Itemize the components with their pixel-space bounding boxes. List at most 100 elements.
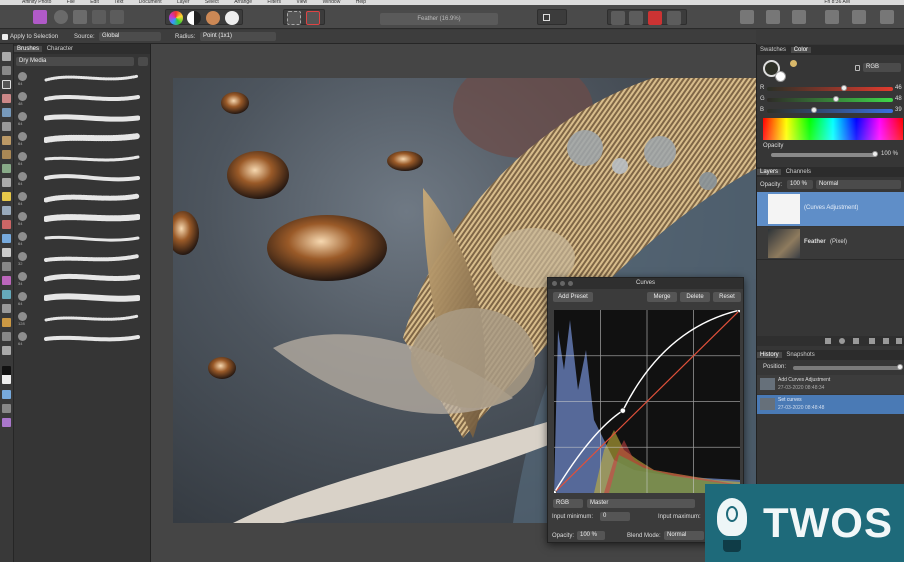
new-group-icon[interactable] [869, 338, 875, 344]
color-picker-tool-icon[interactable] [2, 304, 11, 313]
tab-character[interactable]: Character [44, 46, 76, 52]
text-tool-icon[interactable] [2, 248, 11, 257]
marquee-icon[interactable] [287, 11, 301, 25]
history-position-slider[interactable] [793, 364, 903, 370]
develop-persona-icon[interactable] [73, 10, 87, 24]
tab-swatches[interactable]: Swatches [757, 47, 789, 53]
color-opacity-slider[interactable] [771, 151, 878, 157]
color-picker-icon[interactable] [790, 60, 797, 67]
color-spectrum[interactable] [763, 118, 903, 140]
brush-item[interactable]: 64 [14, 288, 151, 308]
layer-opacity-dropdown[interactable]: 100 % [787, 180, 813, 189]
add-preset-button[interactable]: Add Preset [553, 292, 593, 302]
merge-button[interactable]: Merge [647, 292, 677, 302]
layer-row-feather[interactable]: Feather (Pixel) [757, 227, 904, 260]
brush-item[interactable]: 64 [14, 148, 151, 168]
layer-mask-icon[interactable] [825, 338, 831, 344]
brush-item[interactable]: 128 [14, 308, 151, 328]
share-icon[interactable] [110, 10, 124, 24]
brush-panel-menu-icon[interactable] [138, 57, 148, 66]
curves-opacity-dropdown[interactable]: 100 % [577, 531, 605, 540]
view-tool-icon[interactable] [2, 66, 11, 75]
curves-mode-dropdown[interactable]: Master [587, 499, 695, 508]
history-position-knob[interactable] [897, 364, 903, 370]
color-opacity-knob[interactable] [872, 151, 878, 157]
assistant-icon[interactable] [766, 10, 780, 24]
extra-tool-2-icon[interactable] [2, 404, 11, 413]
color-opacity-value[interactable]: 100 % [881, 151, 898, 157]
color-wheel-icon[interactable] [169, 11, 183, 25]
channel-b-slider[interactable] [767, 107, 893, 113]
minimize-icon[interactable] [560, 281, 565, 286]
fill-tool-icon[interactable] [2, 206, 11, 215]
brush-item[interactable]: 64 [14, 168, 151, 188]
brush-item[interactable]: 64 [14, 128, 151, 148]
clone-tool-icon[interactable] [2, 164, 11, 173]
history-entry-add-curves[interactable]: Add Curves Adjustment 27-03-2020 08:48:3… [757, 375, 904, 394]
red-eye-tool-icon[interactable] [2, 276, 11, 285]
hsl-icon[interactable] [206, 11, 220, 25]
channel-g-slider[interactable] [767, 96, 893, 102]
delete-button[interactable]: Delete [680, 292, 710, 302]
contrast-icon[interactable] [187, 11, 201, 25]
apply-to-selection-checkbox[interactable] [2, 34, 8, 40]
curves-graph[interactable] [554, 310, 740, 493]
smudge-tool-icon[interactable] [2, 150, 11, 159]
brush-item[interactable]: 64 [14, 328, 151, 348]
quick-mask-icon[interactable] [740, 10, 754, 24]
brush-item[interactable]: 64 [14, 228, 151, 248]
blemish-tool-icon[interactable] [2, 318, 11, 327]
color-mode-dropdown[interactable]: RGB [863, 63, 901, 72]
gradient-tool-icon[interactable] [2, 220, 11, 229]
brush-item[interactable]: 32 [14, 248, 151, 268]
tone-mapping-persona-icon[interactable] [92, 10, 106, 24]
brush-item[interactable]: 34 [14, 268, 151, 288]
view-mode-dropdown[interactable] [537, 9, 567, 25]
extra-tool-3-icon[interactable] [2, 418, 11, 427]
patch-tool-icon[interactable] [2, 332, 11, 341]
channel-r-knob[interactable] [841, 85, 847, 91]
tab-layers[interactable]: Layers [757, 169, 782, 175]
liquify-persona-icon[interactable] [54, 10, 68, 24]
brush-item[interactable]: 64 [14, 108, 151, 128]
personas-icon[interactable] [792, 10, 806, 24]
curves-blend-mode-dropdown[interactable]: Normal [664, 531, 704, 540]
panels-icon[interactable] [852, 10, 866, 24]
color-swatch-icon[interactable] [2, 366, 11, 384]
tab-channels[interactable]: Channels [783, 169, 814, 175]
brush-category-dropdown[interactable]: Dry Media [16, 57, 134, 66]
pen-tool-icon[interactable] [2, 192, 11, 201]
brush-item[interactable]: 64 [14, 188, 151, 208]
grid-icon[interactable] [611, 11, 625, 25]
white-balance-icon[interactable] [225, 11, 239, 25]
close-icon[interactable] [552, 281, 557, 286]
customize-icon[interactable] [880, 10, 894, 24]
channel-b-knob[interactable] [811, 107, 817, 113]
zoom-tool-icon[interactable] [2, 346, 11, 355]
radius-dropdown[interactable]: Point (1x1) [200, 32, 276, 41]
secondary-color-well[interactable] [775, 71, 786, 82]
inpainting-tool-icon[interactable] [2, 262, 11, 271]
tab-color[interactable]: Color [790, 47, 812, 53]
dodge-tool-icon[interactable] [2, 178, 11, 187]
curve-point[interactable] [619, 407, 626, 414]
brush-item[interactable]: 48 [14, 88, 151, 108]
studio-icon[interactable] [825, 10, 839, 24]
align-icon[interactable] [629, 11, 643, 25]
paint-brush-tool-icon[interactable] [2, 80, 11, 89]
history-entry-set-curves[interactable]: Set curves 27-03-2020 08:48:48 [757, 395, 904, 414]
snapping-options-icon[interactable] [667, 11, 681, 25]
brush-item[interactable]: 64 [14, 208, 151, 228]
trash-icon[interactable] [896, 338, 902, 344]
photo-persona-icon[interactable] [33, 10, 47, 24]
channel-b-value[interactable]: 39 [895, 107, 902, 113]
adjustment-icon[interactable] [839, 338, 845, 344]
selection-brush-tool-icon[interactable] [2, 108, 11, 117]
channel-g-knob[interactable] [833, 96, 839, 102]
fx-icon[interactable] [853, 338, 859, 344]
input-minimum-field[interactable]: 0 [600, 512, 630, 521]
lock-icon[interactable] [855, 65, 860, 71]
move-tool-icon[interactable] [2, 52, 11, 61]
source-dropdown[interactable]: Global [99, 32, 161, 41]
crop-tool-icon[interactable] [2, 136, 11, 145]
